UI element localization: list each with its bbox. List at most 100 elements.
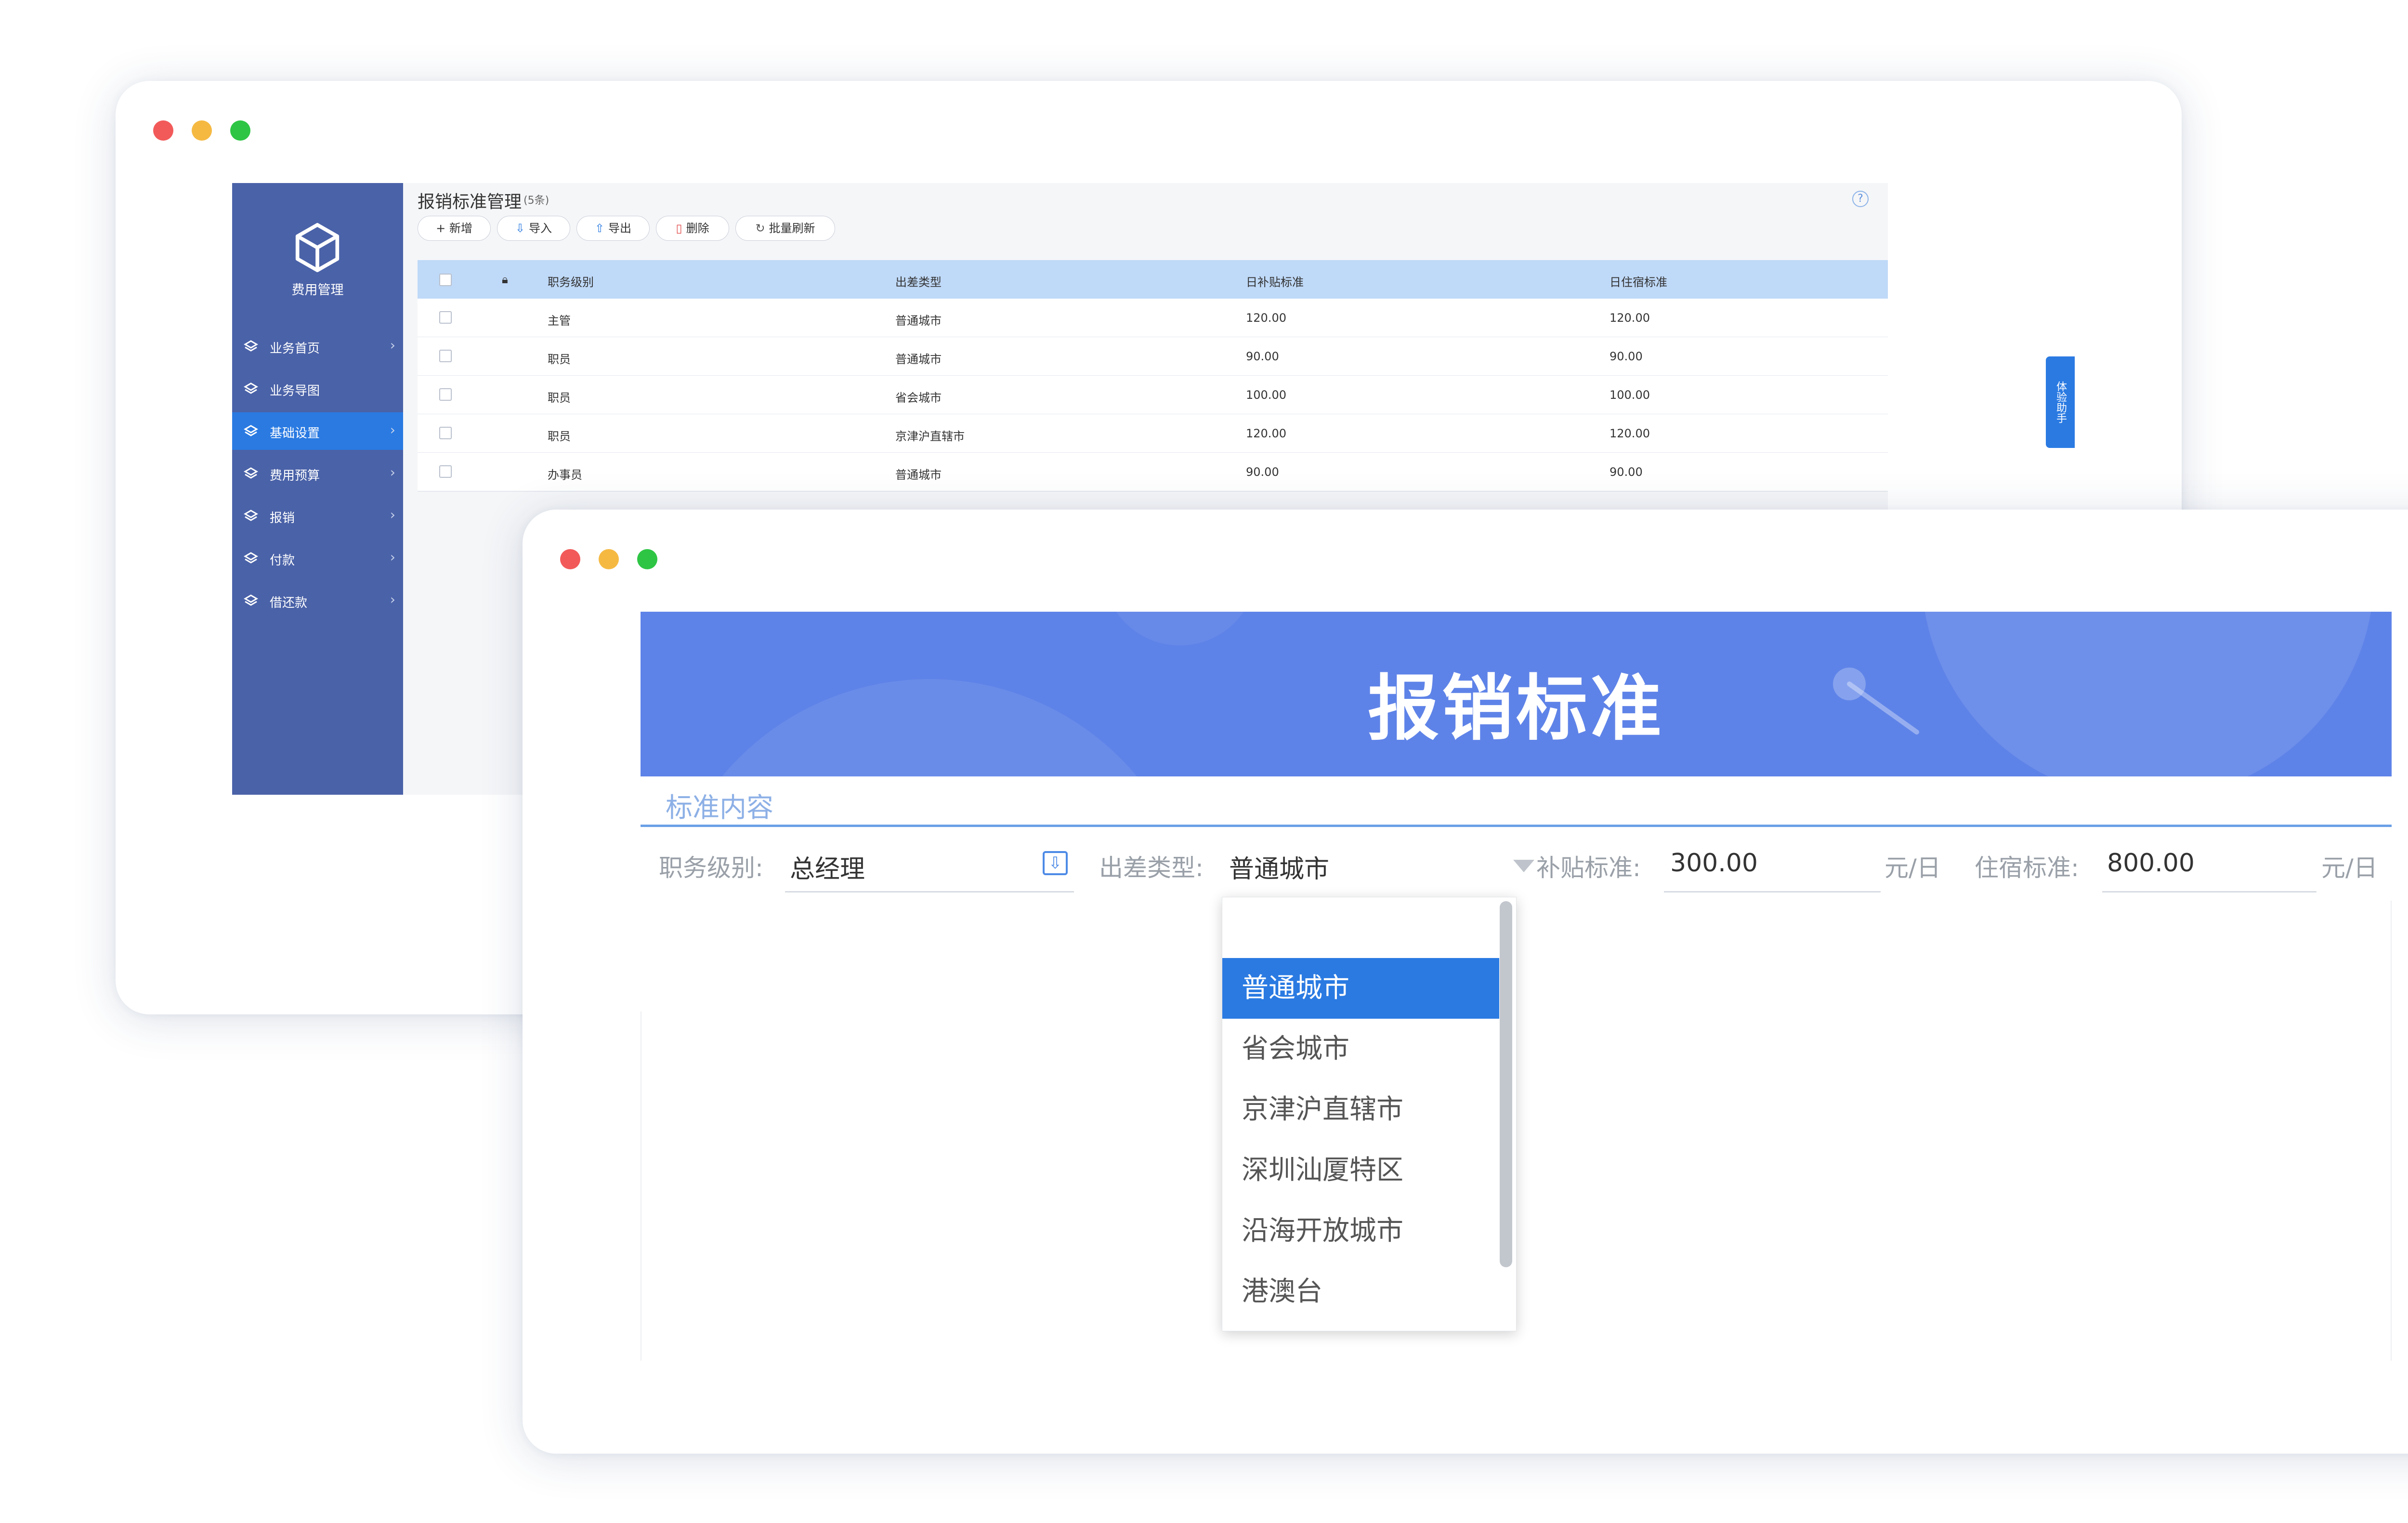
sidebar-item-label: 费用预算 [270, 469, 320, 483]
form-border [2391, 901, 2392, 1361]
dropdown-option[interactable]: 普通城市 [1222, 958, 1499, 1019]
lodging-input[interactable]: 800.00 [2107, 849, 2195, 878]
delete-button[interactable]: ▯ 删除 [656, 216, 729, 241]
minimize-window-button[interactable] [192, 120, 212, 141]
row-checkbox[interactable] [439, 465, 452, 478]
sidebar-item-basic-settings[interactable]: 基础设置 › [232, 412, 403, 450]
batch-refresh-button[interactable]: ↻ 批量刷新 [735, 216, 835, 241]
import-icon: ⇩ [515, 222, 525, 235]
dropdown-option[interactable]: 港澳台 [1222, 1261, 1499, 1322]
dropdown-scrollbar[interactable] [1500, 901, 1512, 1267]
trash-icon: ▯ [676, 222, 682, 235]
chevron-right-icon: › [390, 337, 395, 353]
lodging-input-underline [2102, 891, 2316, 893]
cell-subsidy: 120.00 [1246, 427, 1286, 440]
cell-lodging: 100.00 [1610, 388, 1650, 402]
lodging-unit: 元/日 [2321, 854, 2378, 882]
cube-icon [295, 223, 340, 273]
import-button[interactable]: ⇩ 导入 [497, 216, 570, 241]
level-label: 职务级别: [659, 854, 763, 882]
cell-type: 普通城市 [895, 314, 942, 328]
chevron-down-icon[interactable] [1513, 860, 1534, 872]
subsidy-label: 补贴标准: [1536, 854, 1641, 882]
sidebar-item-loan[interactable]: 借还款 › [232, 582, 403, 619]
maximize-window-button[interactable] [637, 549, 657, 569]
cell-level: 职员 [548, 391, 571, 405]
cell-subsidy: 120.00 [1246, 311, 1286, 325]
select-all-checkbox[interactable] [439, 274, 452, 286]
help-circle-icon[interactable]: ? [1852, 191, 1869, 207]
cell-type: 普通城市 [895, 468, 942, 482]
table-row[interactable]: 职员 省会城市 100.00 100.00 维护 [418, 376, 1888, 415]
sidebar-item-budget[interactable]: 费用预算 › [232, 455, 403, 492]
table-row[interactable]: 职员 普通城市 90.00 90.00 维护 [418, 337, 1888, 376]
dropdown-option[interactable]: 沿海开放城市 [1222, 1201, 1499, 1261]
column-header-level[interactable]: 职务级别 [548, 273, 594, 289]
add-button[interactable]: + 新增 [418, 216, 491, 241]
sidebar-item-label: 基础设置 [270, 426, 320, 441]
sidebar-item-map[interactable]: 业务导图 [232, 370, 403, 407]
sidebar-item-label: 业务导图 [270, 384, 320, 398]
sidebar-item-label: 借还款 [270, 596, 308, 610]
section-divider [641, 825, 2392, 827]
dropdown-option-empty[interactable] [1222, 897, 1499, 958]
cell-type: 省会城市 [895, 391, 942, 405]
banner-title: 报销标准 [1368, 667, 1664, 750]
table-row[interactable]: 办事员 普通城市 90.00 90.00 维护 [418, 453, 1888, 492]
level-input-underline [785, 891, 1074, 893]
level-input[interactable]: 总经理 [790, 849, 865, 885]
cell-subsidy: 90.00 [1246, 465, 1279, 479]
row-checkbox[interactable] [439, 388, 452, 401]
lookup-icon[interactable]: ⇩ [1043, 851, 1068, 875]
layers-icon [244, 340, 258, 352]
lock-icon: 🔒︎ [502, 273, 508, 286]
import-label: 导入 [529, 222, 552, 235]
export-button[interactable]: ⇧ 导出 [576, 216, 650, 241]
layers-icon [244, 510, 258, 521]
close-window-button[interactable] [153, 120, 173, 141]
subsidy-input-underline [1664, 891, 1881, 893]
section-title: 标准内容 [666, 792, 773, 824]
cell-subsidy: 90.00 [1246, 350, 1279, 363]
cell-level: 办事员 [548, 468, 582, 482]
layers-icon [244, 594, 258, 606]
type-select[interactable]: 普通城市 [1229, 849, 1329, 885]
row-checkbox[interactable] [439, 311, 452, 324]
cell-lodging: 120.00 [1610, 311, 1650, 325]
row-checkbox[interactable] [439, 350, 452, 362]
lodging-label: 住宿标准: [1975, 854, 2079, 882]
banner: 报销标准 [641, 612, 2392, 776]
column-header-subsidy[interactable]: 日补贴标准 [1246, 273, 1304, 289]
cell-type: 京津沪直辖市 [895, 430, 965, 443]
dropdown-option[interactable]: 省会城市 [1222, 1019, 1499, 1079]
experience-assistant-tab[interactable]: 体验助手 [2046, 356, 2075, 448]
layers-icon [244, 382, 258, 394]
cell-lodging: 120.00 [1610, 427, 1650, 440]
cell-subsidy: 100.00 [1246, 388, 1286, 402]
chevron-right-icon: › [390, 422, 395, 438]
cell-type: 普通城市 [895, 353, 942, 366]
table-row[interactable]: 职员 京津沪直辖市 120.00 120.00 维护 [418, 414, 1888, 453]
maximize-window-button[interactable] [230, 120, 250, 141]
dropdown-option[interactable]: 深圳汕厦特区 [1222, 1140, 1499, 1201]
sidebar-item-reimburse[interactable]: 报销 › [232, 497, 403, 535]
sidebar-item-label: 报销 [270, 511, 295, 525]
column-header-type[interactable]: 出差类型 [895, 273, 942, 289]
sidebar-item-home[interactable]: 业务首页 › [232, 328, 403, 365]
reimbursement-standard-form: 报销标准 标准内容 职务级别: 总经理 ⇩ 出差类型: 普通城市 补贴标准: 3… [641, 612, 2392, 1361]
column-header-lodging[interactable]: 日住宿标准 [1610, 273, 1667, 289]
sidebar: 费用管理 业务首页 › 业务导图 基础设置 › 费用预算 › 报销 › 付款 ›… [232, 183, 403, 795]
travel-type-dropdown: 普通城市 省会城市 京津沪直辖市 深圳汕厦特区 沿海开放城市 港澳台 [1222, 897, 1517, 1331]
minimize-window-button[interactable] [599, 549, 619, 569]
close-window-button[interactable] [560, 549, 580, 569]
export-icon: ⇧ [594, 222, 605, 235]
export-label: 导出 [608, 222, 632, 235]
subsidy-input[interactable]: 300.00 [1670, 849, 1758, 878]
chevron-right-icon: › [390, 507, 395, 523]
app-name: 费用管理 [291, 283, 344, 298]
row-checkbox[interactable] [439, 427, 452, 439]
sidebar-item-payment[interactable]: 付款 › [232, 539, 403, 577]
table-row[interactable]: 主管 普通城市 120.00 120.00 维护 [418, 299, 1888, 338]
cell-level: 职员 [548, 430, 571, 443]
dropdown-option[interactable]: 京津沪直辖市 [1222, 1079, 1499, 1140]
